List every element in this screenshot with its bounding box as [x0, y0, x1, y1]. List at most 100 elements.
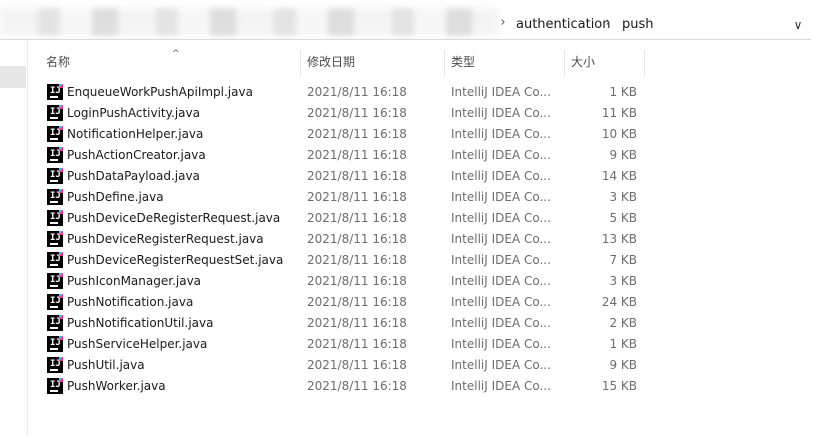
file-size: 7 KB — [609, 253, 637, 267]
breadcrumb-separator-icon[interactable]: › — [603, 16, 613, 30]
intellij-java-file-icon: IJ — [47, 105, 63, 121]
file-name: PushIconManager.java — [67, 274, 202, 288]
intellij-java-file-icon: IJ — [47, 336, 63, 352]
file-row[interactable]: IJ PushDeviceRegisterRequestSet.java 2021/… — [44, 250, 644, 271]
chevron-down-icon[interactable]: ∨ — [789, 16, 807, 34]
file-type: IntelliJ IDEA Co... — [451, 127, 551, 141]
column-header-modified[interactable]: 修改日期 — [307, 50, 437, 76]
intellij-java-file-icon: IJ — [47, 315, 63, 331]
file-modified: 2021/8/11 16:18 — [307, 127, 407, 141]
file-modified: 2021/8/11 16:18 — [307, 274, 407, 288]
column-header-row: 名称 ^ 修改日期 类型 大小 — [38, 49, 646, 76]
file-name: PushDeviceDeRegisterRequest.java — [67, 211, 281, 225]
file-size: 9 KB — [609, 358, 637, 372]
column-header-name-label: 名称 — [46, 55, 71, 69]
file-row[interactable]: IJ PushWorker.java 2021/8/11 16:18 IntelliJ… — [44, 376, 644, 397]
file-size: 13 KB — [601, 232, 637, 246]
intellij-java-file-icon: IJ — [47, 273, 63, 289]
file-name: PushDefine.java — [67, 190, 164, 204]
file-type: IntelliJ IDEA Co... — [451, 358, 551, 372]
intellij-java-file-icon: IJ — [47, 84, 63, 100]
file-name: PushActionCreator.java — [67, 148, 206, 162]
file-modified: 2021/8/11 16:18 — [307, 211, 407, 225]
file-modified: 2021/8/11 16:18 — [307, 232, 407, 246]
file-modified: 2021/8/11 16:18 — [307, 316, 407, 330]
file-size: 10 KB — [601, 127, 637, 141]
file-row[interactable]: IJ LoginPushActivity.java 2021/8/11 16:18 I… — [44, 103, 644, 124]
file-type: IntelliJ IDEA Co... — [451, 85, 551, 99]
file-row[interactable]: IJ PushUtil.java 2021/8/11 16:18 IntelliJ I… — [44, 355, 644, 376]
file-type: IntelliJ IDEA Co... — [451, 295, 551, 309]
column-header-size[interactable]: 大小 — [571, 50, 641, 76]
sort-ascending-icon: ^ — [172, 49, 180, 59]
navigation-pane-selected-item[interactable] — [0, 66, 26, 88]
file-modified: 2021/8/11 16:18 — [307, 295, 407, 309]
file-type: IntelliJ IDEA Co... — [451, 211, 551, 225]
file-type: IntelliJ IDEA Co... — [451, 337, 551, 351]
column-divider[interactable] — [300, 50, 301, 76]
file-name: PushUtil.java — [67, 358, 145, 372]
intellij-java-file-icon: IJ — [47, 357, 63, 373]
file-modified: 2021/8/11 16:18 — [307, 379, 407, 393]
file-name: PushNotificationUtil.java — [67, 316, 214, 330]
file-type: IntelliJ IDEA Co... — [451, 274, 551, 288]
file-name: PushDataPayload.java — [67, 169, 200, 183]
file-type: IntelliJ IDEA Co... — [451, 232, 551, 246]
file-size: 11 KB — [601, 106, 637, 120]
file-row[interactable]: IJ PushDeviceDeRegisterRequest.java 2021/8… — [44, 208, 644, 229]
file-modified: 2021/8/11 16:18 — [307, 190, 407, 204]
file-size: 24 KB — [601, 295, 637, 309]
file-name: NotificationHelper.java — [67, 127, 204, 141]
intellij-java-file-icon: IJ — [47, 168, 63, 184]
file-size: 1 KB — [609, 85, 637, 99]
file-type: IntelliJ IDEA Co... — [451, 169, 551, 183]
file-name: PushWorker.java — [67, 379, 166, 393]
intellij-java-file-icon: IJ — [47, 147, 63, 163]
blurred-path-segments — [0, 8, 498, 36]
breadcrumb-push[interactable]: push — [622, 16, 654, 34]
file-row[interactable]: IJ PushDefine.java 2021/8/11 16:18 IntelliJ… — [44, 187, 644, 208]
intellij-java-file-icon: IJ — [47, 189, 63, 205]
file-modified: 2021/8/11 16:18 — [307, 253, 407, 267]
file-name: PushDeviceRegisterRequestSet.java — [67, 253, 284, 267]
file-size: 14 KB — [601, 169, 637, 183]
column-divider[interactable] — [644, 50, 645, 76]
breadcrumb-authentication[interactable]: authentication — [516, 16, 611, 34]
file-row[interactable]: IJ PushActionCreator.java 2021/8/11 16:18 I… — [44, 145, 644, 166]
file-name: LoginPushActivity.java — [67, 106, 200, 120]
file-row[interactable]: IJ PushNotification.java 2021/8/11 16:18 In… — [44, 292, 644, 313]
column-divider[interactable] — [444, 50, 445, 76]
file-size: 2 KB — [609, 316, 637, 330]
file-modified: 2021/8/11 16:18 — [307, 337, 407, 351]
file-row[interactable]: IJ PushServiceHelper.java 2021/8/11 16:18 I… — [44, 334, 644, 355]
file-row[interactable]: IJ NotificationHelper.java 2021/8/11 16:18… — [44, 124, 644, 145]
file-list: IJ EnqueueWorkPushApiImpl.java 2021/8/11 1… — [44, 82, 644, 397]
file-modified: 2021/8/11 16:18 — [307, 169, 407, 183]
intellij-java-file-icon: IJ — [47, 252, 63, 268]
file-row[interactable]: IJ EnqueueWorkPushApiImpl.java 2021/8/11 1… — [44, 82, 644, 103]
file-type: IntelliJ IDEA Co... — [451, 379, 551, 393]
intellij-java-file-icon: IJ — [47, 126, 63, 142]
file-type: IntelliJ IDEA Co... — [451, 106, 551, 120]
address-bar[interactable]: › authentication › push ∨ — [0, 4, 811, 40]
file-size: 1 KB — [609, 337, 637, 351]
file-row[interactable]: IJ PushIconManager.java 2021/8/11 16:18 Int… — [44, 271, 644, 292]
file-type: IntelliJ IDEA Co... — [451, 253, 551, 267]
file-size: 3 KB — [609, 274, 637, 288]
file-row[interactable]: IJ PushDataPayload.java 2021/8/11 16:18 Int… — [44, 166, 644, 187]
intellij-java-file-icon: IJ — [47, 378, 63, 394]
file-row[interactable]: IJ PushNotificationUtil.java 2021/8/11 16:… — [44, 313, 644, 334]
file-type: IntelliJ IDEA Co... — [451, 148, 551, 162]
navigation-pane[interactable] — [0, 40, 28, 436]
file-name: PushDeviceRegisterRequest.java — [67, 232, 264, 246]
intellij-java-file-icon: IJ — [47, 231, 63, 247]
file-size: 15 KB — [601, 379, 637, 393]
file-type: IntelliJ IDEA Co... — [451, 190, 551, 204]
column-header-name[interactable]: 名称 ^ — [46, 49, 296, 76]
breadcrumb-separator-icon[interactable]: › — [498, 16, 508, 30]
column-header-type[interactable]: 类型 — [451, 50, 561, 76]
file-row[interactable]: IJ PushDeviceRegisterRequest.java 2021/8/1… — [44, 229, 644, 250]
file-name: PushServiceHelper.java — [67, 337, 208, 351]
file-modified: 2021/8/11 16:18 — [307, 106, 407, 120]
column-divider[interactable] — [564, 50, 565, 76]
